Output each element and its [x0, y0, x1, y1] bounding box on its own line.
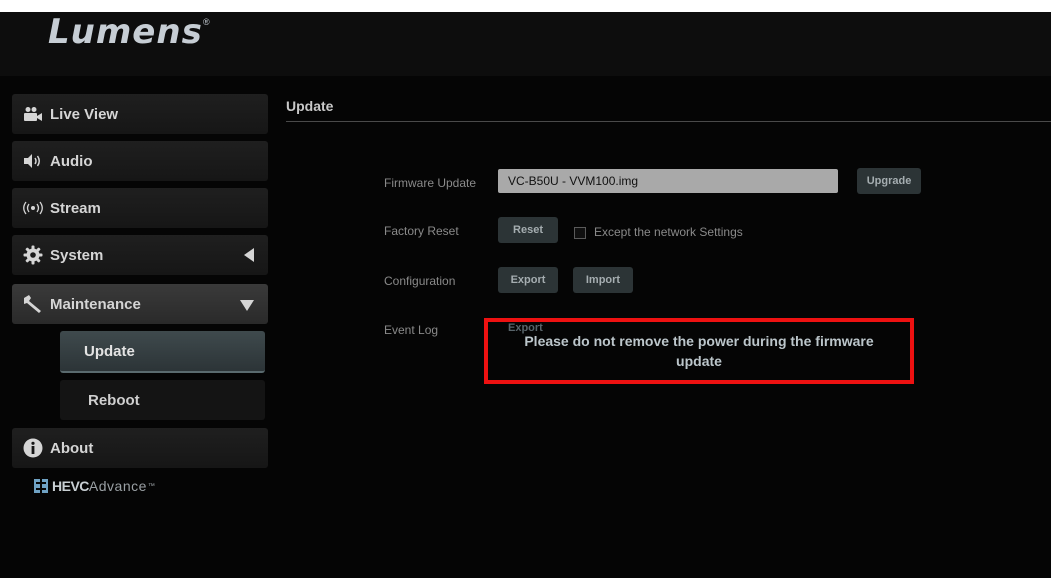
firmware-warning-message: Please do not remove the power during th…: [484, 318, 914, 384]
sidebar: Live View Audio Stream System Maintenanc…: [0, 88, 268, 578]
collapse-left-icon: [244, 248, 254, 266]
wrench-icon: [22, 293, 44, 315]
broadcast-icon: [22, 197, 44, 219]
header-bar: Lumens ®: [0, 12, 1051, 76]
sidebar-item-label: About: [50, 439, 94, 457]
sidebar-item-maintenance[interactable]: Maintenance: [12, 284, 268, 324]
firmware-file-field[interactable]: VC-B50U - VVM100.img: [498, 169, 838, 193]
sidebar-item-stream[interactable]: Stream: [12, 188, 268, 228]
sidebar-item-system[interactable]: System: [12, 235, 268, 275]
speaker-icon: [22, 150, 44, 172]
top-strip: [0, 0, 1051, 12]
firmware-update-label: Firmware Update: [384, 176, 477, 190]
sidebar-item-label: Maintenance: [50, 295, 141, 313]
factory-reset-label: Factory Reset: [384, 224, 459, 238]
sidebar-item-audio[interactable]: Audio: [12, 141, 268, 181]
gear-icon: [22, 244, 44, 266]
hevc-bold-text: HEVC: [52, 478, 89, 494]
event-log-label: Event Log: [384, 323, 439, 337]
config-export-button[interactable]: Export: [498, 267, 558, 293]
sidebar-subitem-label: Reboot: [88, 391, 140, 409]
reset-button[interactable]: Reset: [498, 217, 558, 243]
main-content: Update Firmware Update VC-B50U - VVM100.…: [286, 88, 1051, 578]
hevc-advance-logo: HEVC Advance ™: [34, 478, 155, 494]
sidebar-item-label: Stream: [50, 199, 101, 217]
configuration-label: Configuration: [384, 274, 456, 288]
sidebar-item-about[interactable]: About: [12, 428, 268, 468]
hevc-tm: ™: [147, 482, 155, 490]
sidebar-subitem-update[interactable]: Update: [60, 331, 265, 373]
except-network-checkbox[interactable]: [574, 227, 586, 239]
hevc-light-text: Advance: [88, 478, 147, 494]
app-window: Lumens ® Live View Audio Stream System M…: [0, 12, 1051, 578]
title-divider: [286, 121, 1051, 122]
upgrade-button[interactable]: Upgrade: [857, 168, 921, 194]
sidebar-item-label: Live View: [50, 105, 119, 123]
expand-down-icon: [240, 298, 254, 315]
config-import-button[interactable]: Import: [573, 267, 633, 293]
page-title: Update: [286, 98, 334, 114]
sidebar-item-label: Audio: [50, 152, 93, 170]
warning-text: Please do not remove the power during th…: [524, 333, 874, 369]
sidebar-item-label: System: [50, 246, 104, 264]
sidebar-item-live-view[interactable]: Live View: [12, 94, 268, 134]
sidebar-subitem-reboot[interactable]: Reboot: [60, 380, 265, 420]
except-network-label: Except the network Settings: [594, 225, 743, 239]
hevc-mark-icon: [34, 479, 48, 493]
sidebar-subitem-label: Update: [84, 342, 135, 360]
info-icon: [22, 437, 44, 459]
camera-icon: [22, 103, 44, 125]
registered-mark: ®: [203, 17, 210, 27]
lumens-logo: Lumens: [48, 12, 203, 52]
